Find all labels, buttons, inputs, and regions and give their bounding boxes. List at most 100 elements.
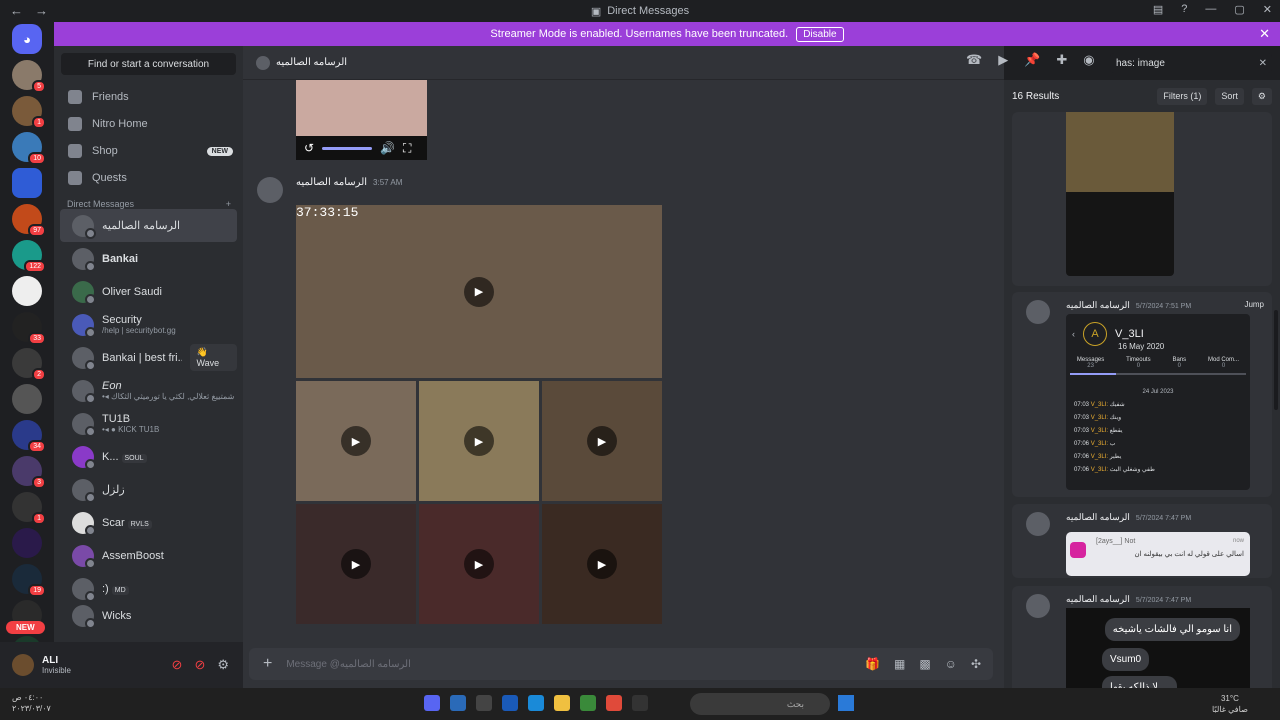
server-icon[interactable]: 33 — [12, 312, 46, 345]
server-icon[interactable] — [12, 276, 42, 306]
close-window-icon[interactable]: ✕ — [1263, 3, 1272, 16]
new-unreads-pill[interactable]: NEW — [6, 621, 45, 634]
dm-item[interactable]: Bankai | best fri... 👋 Wave — [60, 341, 237, 374]
jump-button[interactable]: Jump — [1244, 300, 1264, 309]
result-image[interactable]: ‹ A V_3LI 16 May 2020 Messages 23 Timeout… — [1066, 314, 1250, 490]
clock[interactable]: ٠٤:٠٠ ص ٢٠٢٣/٠٣/٠٧ — [12, 692, 51, 714]
nav-friends[interactable]: Friends — [54, 84, 243, 110]
dm-item[interactable]: زلزل — [60, 473, 237, 506]
gear-icon[interactable]: ⚙ — [217, 657, 229, 673]
pin-icon[interactable]: 📌 — [1024, 52, 1040, 68]
search-result[interactable]: الرسامه الصالميه 5/7/2024 7:47 PM [2ays__… — [1012, 504, 1272, 578]
search-query[interactable]: has: image — [1116, 58, 1165, 69]
edge-icon[interactable] — [528, 695, 544, 711]
composer-placeholder[interactable]: Message @الرسامه الصالميه — [286, 659, 411, 670]
gif-icon[interactable]: ▦ — [894, 657, 905, 671]
maximize-icon[interactable]: ▢ — [1234, 3, 1244, 16]
results-scrollbar[interactable] — [1274, 310, 1278, 410]
settings-gear-icon[interactable]: ⚙ — [1251, 87, 1272, 105]
play-icon[interactable]: ▶ — [464, 549, 494, 579]
server-icon[interactable]: 97 — [12, 204, 46, 237]
app-icon[interactable] — [476, 695, 492, 711]
dm-item[interactable]: Wicks — [60, 605, 237, 629]
deafen-icon[interactable]: ⊘ — [194, 657, 205, 673]
play-icon[interactable]: ▶ — [341, 426, 371, 456]
video-attachment[interactable]: ▶ — [419, 504, 539, 624]
result-image[interactable] — [1066, 112, 1174, 276]
play-icon[interactable]: ▶ — [587, 549, 617, 579]
back-arrow-icon[interactable]: ← — [10, 3, 23, 18]
taskbar-search[interactable]: بحث — [690, 693, 830, 715]
chrome-icon[interactable] — [606, 695, 622, 711]
wave-button[interactable]: 👋 Wave — [190, 344, 237, 371]
video-attachment[interactable]: ▶ — [542, 381, 662, 501]
nav-nitro[interactable]: Nitro Home — [54, 111, 243, 137]
find-conversation-button[interactable]: Find or start a conversation — [61, 53, 236, 75]
dm-item[interactable]: K... SOUL — [60, 440, 237, 473]
app-icon[interactable] — [450, 695, 466, 711]
message-author[interactable]: الرسامه الصالميه — [296, 177, 367, 188]
dm-item[interactable]: الرسامه الصالميه — [60, 209, 237, 242]
nav-quests[interactable]: Quests — [54, 165, 243, 191]
server-icon[interactable]: 2 — [12, 348, 46, 381]
app-icon[interactable] — [502, 695, 518, 711]
video-attachment[interactable]: ▶ — [296, 504, 416, 624]
dm-item[interactable]: Eon•◂ الوستيي الي شمتييغ ثعلالي, لكثي يا… — [60, 374, 237, 407]
volume-slider[interactable] — [322, 146, 373, 150]
server-icon[interactable]: 3 — [12, 456, 46, 489]
dm-item[interactable]: TU1B •◂ ● KICK TU1B — [60, 407, 237, 440]
minimize-icon[interactable]: — — [1205, 3, 1216, 16]
dm-item[interactable]: :) MD — [60, 572, 237, 605]
sort-button[interactable]: Sort — [1215, 87, 1244, 105]
server-icon[interactable] — [12, 528, 42, 558]
close-banner-icon[interactable]: ✕ — [1259, 26, 1270, 42]
video-attachment[interactable]: ▶ — [419, 381, 539, 501]
avatar[interactable] — [257, 177, 283, 203]
windows-start-icon[interactable] — [838, 695, 854, 711]
server-icon[interactable]: 19 — [12, 564, 46, 597]
dm-item[interactable]: Oliver Saudi — [60, 275, 237, 308]
clear-search-icon[interactable]: ✕ — [1259, 58, 1267, 69]
result-image[interactable]: [2ays__] Not now اسالي على قولي له انت ب… — [1066, 532, 1250, 576]
play-icon[interactable]: ▶ — [464, 426, 494, 456]
inbox-icon[interactable]: ▤ — [1153, 3, 1163, 16]
app-icon[interactable] — [632, 695, 648, 711]
search-result[interactable]: الرسامه الصالميه 5/7/2024 7:51 PM Jump ‹ … — [1012, 292, 1272, 497]
file-explorer-icon[interactable] — [554, 695, 570, 711]
user-profile-icon[interactable]: ◉ — [1083, 52, 1094, 68]
attach-plus-icon[interactable]: + — [263, 655, 272, 673]
discord-home-icon[interactable]: ◕ — [12, 24, 42, 54]
forward-arrow-icon[interactable]: → — [35, 3, 48, 18]
search-result[interactable] — [1012, 112, 1272, 286]
server-icon[interactable]: 1 — [12, 492, 46, 525]
add-friends-icon[interactable]: ✚ — [1056, 52, 1067, 68]
play-icon[interactable]: ▶ — [341, 549, 371, 579]
discord-app-icon[interactable] — [424, 695, 440, 711]
search-result[interactable]: الرسامه الصالميه 5/7/2024 7:47 PM انا سوم… — [1012, 586, 1272, 688]
avatar[interactable] — [12, 654, 34, 676]
dm-item[interactable]: Scar RVLS — [60, 506, 237, 539]
replay-icon[interactable]: ↺ — [304, 141, 314, 155]
video-call-icon[interactable]: ▶ — [998, 52, 1008, 68]
dm-item[interactable]: Bankai — [60, 242, 237, 275]
server-icon[interactable]: 5 — [12, 60, 46, 93]
video-attachment[interactable]: 37:33:15 ▶ — [296, 205, 662, 378]
dm-item[interactable]: AssemBoost — [60, 539, 237, 572]
server-icon[interactable]: 122 — [12, 240, 46, 273]
server-icon[interactable] — [12, 168, 42, 198]
disable-streamer-button[interactable]: Disable — [796, 26, 844, 42]
play-icon[interactable]: ▶ — [464, 276, 494, 307]
apps-icon[interactable]: ✣ — [971, 657, 981, 671]
weather-widget[interactable]: 31°C صافي غالبًا — [1212, 693, 1248, 715]
search-input[interactable]: has: image ✕ — [1110, 53, 1272, 73]
play-icon[interactable]: ▶ — [587, 426, 617, 456]
server-icon[interactable]: 1 — [12, 96, 46, 129]
dm-item[interactable]: Security/help | securitybot.gg — [60, 308, 237, 341]
result-image[interactable]: انا سومو الي فالشات ياشيخه Vsum0 لا ذالك… — [1066, 608, 1250, 688]
gift-icon[interactable]: 🎁 — [865, 657, 880, 671]
video-attachment[interactable]: ▶ — [542, 504, 662, 624]
volume-icon[interactable]: 🔊 — [380, 141, 395, 155]
server-icon[interactable]: 34 — [12, 420, 46, 453]
video-attachment[interactable]: ▶ — [296, 381, 416, 501]
voice-call-icon[interactable]: ☎ — [966, 52, 982, 68]
